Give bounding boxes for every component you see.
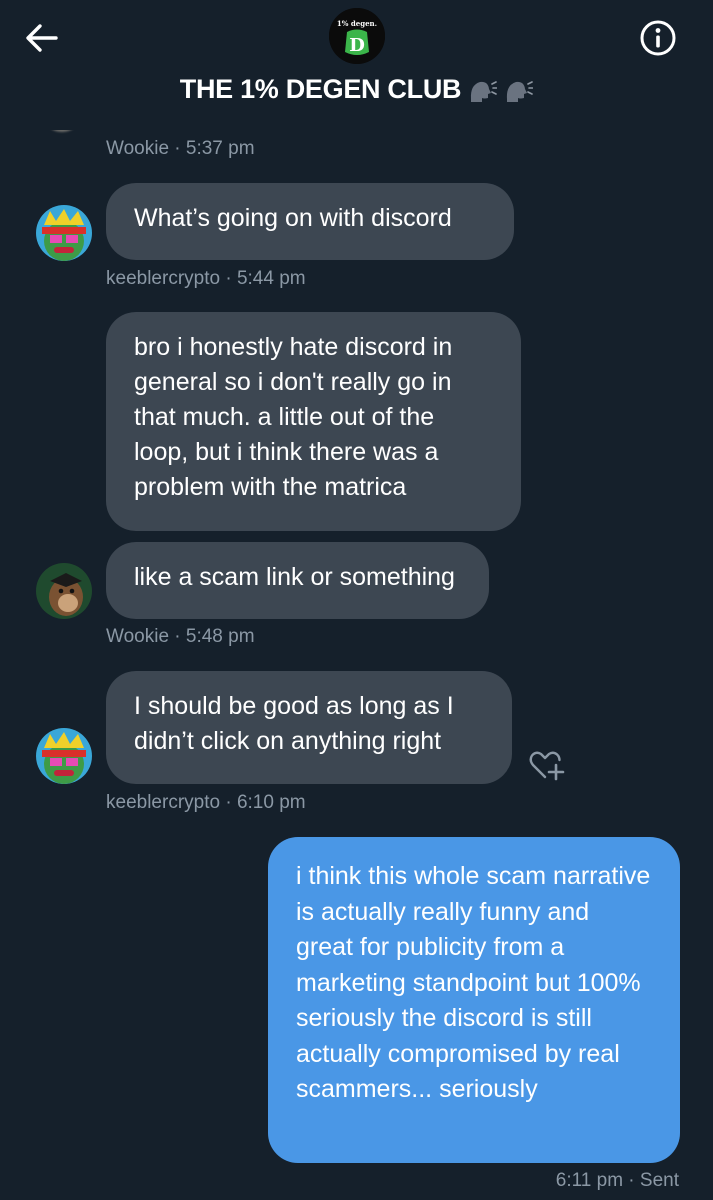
- frog-avatar-icon: [36, 728, 92, 784]
- group-avatar-text: 1% degen.: [337, 19, 377, 28]
- info-circle-icon: [640, 20, 676, 56]
- message-meta: Wookie · 5:48 pm: [106, 626, 255, 647]
- message-text: like a scam link or something: [134, 563, 455, 591]
- avatar[interactable]: [36, 205, 92, 261]
- group-avatar-letter: D: [349, 35, 365, 56]
- message-text: What’s going on with discord: [134, 204, 452, 232]
- avatar[interactable]: [36, 728, 92, 784]
- group-avatar[interactable]: 1% degen. D: [329, 8, 385, 64]
- conversation-header: 1% degen. D THE 1% DEGEN CLUB: [0, 0, 713, 130]
- group-logo-icon: 1% degen. D: [329, 8, 385, 64]
- speaking-head-icon: [507, 80, 534, 102]
- speaking-head-icon: [471, 80, 498, 102]
- sent-message-bubble[interactable]: i think this whole scam narrative is act…: [268, 837, 680, 1163]
- add-reaction-button[interactable]: [528, 748, 566, 782]
- message-bubble[interactable]: bro i honestly hate discord in general s…: [106, 312, 521, 531]
- message-text: bro i honestly hate discord in general s…: [134, 333, 453, 501]
- message-meta: keeblercrypto · 6:10 pm: [106, 792, 306, 813]
- conversation-info-button[interactable]: [638, 18, 678, 58]
- message-meta: Wookie · 5:37 pm: [106, 138, 255, 159]
- message-text: I should be good as long as I didn’t cli…: [134, 692, 454, 755]
- avatar[interactable]: [36, 563, 92, 619]
- arrow-left-icon: [26, 24, 58, 52]
- message-bubble[interactable]: What’s going on with discord: [106, 183, 514, 260]
- message-meta: 6:11 pm · Sent: [555, 1170, 679, 1191]
- monkey-avatar-icon: [36, 563, 92, 619]
- conversation-title-text: THE 1% DEGEN CLUB: [179, 74, 462, 104]
- message-bubble[interactable]: like a scam link or something: [106, 542, 489, 619]
- message-meta: keeblercrypto · 5:44 pm: [106, 268, 306, 289]
- message-bubble[interactable]: I should be good as long as I didn’t cli…: [106, 671, 512, 784]
- conversation-title: THE 1% DEGEN CLUB: [0, 74, 713, 105]
- heart-plus-icon: [529, 751, 565, 781]
- frog-avatar-icon: [36, 205, 92, 261]
- back-button[interactable]: [22, 18, 62, 58]
- message-text: i think this whole scam narrative is act…: [296, 862, 651, 1103]
